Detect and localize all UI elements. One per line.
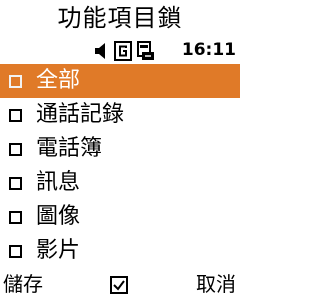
- list-item-images[interactable]: 圖像: [0, 200, 240, 234]
- checkbox[interactable]: [9, 244, 22, 258]
- list-item-call-log[interactable]: 通話記錄: [0, 98, 240, 132]
- checkbox[interactable]: [9, 108, 22, 122]
- phone-screen: 功能項目鎖 16:11 全部 通話記錄 電話簿 訊息 圖像 影片 儲存 取消: [0, 0, 240, 300]
- list-item-messages[interactable]: 訊息: [0, 166, 240, 200]
- checkbox[interactable]: [9, 210, 22, 224]
- list-item-label: 全部: [36, 68, 81, 93]
- checkmark-box-icon[interactable]: [110, 276, 128, 294]
- list-item-all[interactable]: 全部: [0, 64, 240, 98]
- phone-card-icon: [137, 41, 154, 60]
- cancel-softkey[interactable]: 取消: [196, 270, 236, 298]
- list-item-label: 圖像: [36, 204, 81, 229]
- speaker-icon: [95, 43, 105, 59]
- list-item-label: 影片: [36, 238, 81, 263]
- feature-lock-list: 全部 通話記錄 電話簿 訊息 圖像 影片: [0, 64, 240, 268]
- list-item-videos[interactable]: 影片: [0, 234, 240, 268]
- status-bar: 16:11: [0, 38, 240, 64]
- list-item-phonebook[interactable]: 電話簿: [0, 132, 240, 166]
- screen-title: 功能項目鎖: [57, 4, 183, 32]
- softkey-bar: 儲存 取消: [0, 270, 240, 300]
- save-softkey[interactable]: 儲存: [3, 270, 43, 298]
- checkbox[interactable]: [9, 74, 22, 88]
- checkbox[interactable]: [9, 176, 22, 190]
- list-item-label: 訊息: [36, 170, 81, 195]
- list-item-label: 電話簿: [36, 136, 103, 161]
- network-g-icon: [114, 41, 132, 61]
- list-item-label: 通話記錄: [36, 102, 125, 127]
- checkbox[interactable]: [9, 142, 22, 156]
- clock-time: 16:11: [181, 40, 236, 60]
